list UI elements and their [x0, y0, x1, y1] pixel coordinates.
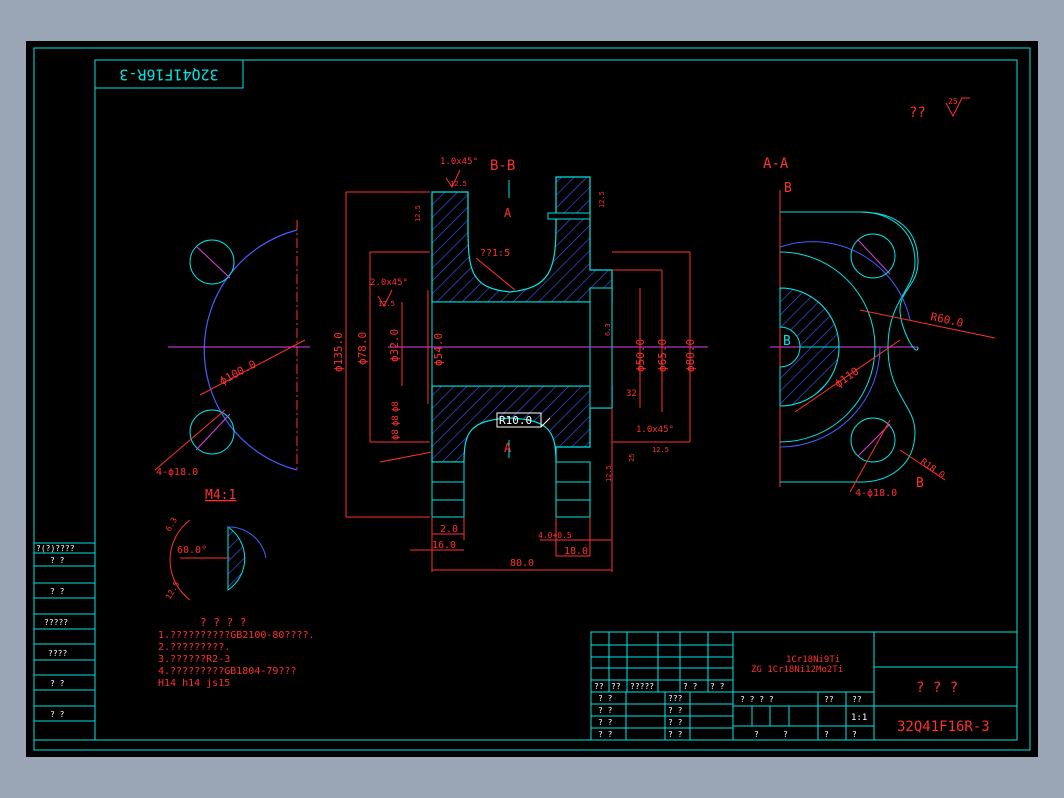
scale-value: 1:1 — [851, 713, 867, 723]
tb-last-2: ? — [783, 730, 788, 739]
side-row-2: ? ? — [50, 556, 65, 565]
dim-holes-left: 4-ϕ18.0 — [156, 467, 198, 478]
dim-small-1: ϕ8 — [391, 401, 401, 412]
note-line-1: 1.??????????GB2100-80????. — [158, 630, 315, 641]
dim-small-3: ϕ8 — [391, 429, 401, 440]
side-row-4: ????? — [44, 618, 68, 627]
tb-header-5: ? ? — [710, 682, 725, 691]
roughness-label: ?? — [909, 105, 926, 121]
part-name: ? ? ? — [916, 680, 958, 696]
tb-mid-2: ? ? — [668, 706, 683, 715]
tb-bottom-3: ?? — [852, 695, 862, 704]
side-row-3: ? ? — [50, 587, 65, 596]
side-row-6: ? ? — [50, 679, 65, 688]
note-line-2: 2.?????????. — [158, 642, 230, 653]
slope-label: ??1:5 — [480, 248, 510, 259]
tb-bottom-1: ? ? ? ? — [740, 695, 774, 704]
tb-left-3: ? ? — [598, 718, 613, 727]
note-line-3: 3.??????R2-3 — [158, 654, 230, 665]
tb-header-3: ????? — [630, 682, 654, 691]
tb-left-2: ? ? — [598, 706, 613, 715]
tb-header-4: ? ? — [683, 682, 698, 691]
rough-left: 12.5 — [414, 205, 422, 222]
dim-holes-right: 4-ϕ18.0 — [855, 488, 897, 499]
tb-mid-4: ? ? — [668, 730, 683, 739]
chamfer-top: 1.0x45° — [440, 157, 478, 167]
dim-small-2: ϕ8 — [391, 415, 401, 426]
cut-mark-top: A — [504, 206, 512, 220]
note-line-5: H14 h14 js15 — [158, 678, 230, 689]
section-bb-title: B-B — [490, 158, 515, 174]
drawing-number: 32Q41F16R-3 — [897, 719, 990, 735]
dim-d54: ϕ54.0 — [432, 333, 445, 366]
tb-last-1: ? — [754, 730, 759, 739]
tb-left-4: ? ? — [598, 730, 613, 739]
tb-mid-3: ? ? — [668, 718, 683, 727]
cut-mark-bottom: A — [504, 441, 512, 455]
section-aa-title: A-A — [763, 156, 789, 172]
rough-right: 12.5 — [598, 191, 606, 208]
tb-header-1: ?? — [594, 682, 604, 691]
roughness-value: 25 — [948, 97, 958, 106]
dim-r10: R10.0 — [499, 414, 532, 427]
detail-title: M4:1 — [205, 488, 236, 503]
rough-25: 25 — [628, 454, 636, 462]
dim-d32: ϕ32.0 — [388, 329, 401, 362]
dim-d135: ϕ135.0 — [332, 332, 345, 372]
dim-d65: ϕ65.0 — [656, 339, 669, 372]
rough-right2: 12.5 — [652, 446, 669, 454]
tb-last-3: ? — [824, 730, 829, 739]
tb-left-1: ? ? — [598, 694, 613, 703]
rough-63: 6.3 — [604, 323, 612, 336]
material-1: 1Cr18Ni9Ti — [786, 655, 840, 665]
notes-title: ? ? ? ? — [200, 616, 246, 629]
material-2: ZG 1Cr18Ni12Mo2Ti — [751, 665, 843, 675]
note-line-4: 4.?????????GB1804-79??? — [158, 666, 296, 677]
mark-b-top: B — [784, 181, 792, 196]
dim-18: 18.0 — [564, 546, 588, 557]
chamfer-right: 1.0x45° — [636, 425, 674, 435]
tb-last-4: ? — [852, 730, 857, 739]
dim-d80: ϕ80.0 — [684, 339, 697, 372]
detail-angle: 60.0° — [177, 545, 207, 556]
tb-bottom-2: ?? — [824, 695, 834, 704]
dim-2: 2.0 — [440, 524, 458, 535]
tb-header-2: ?? — [611, 682, 621, 691]
side-row-7: ? ? — [50, 710, 65, 719]
dim-32: 32 — [626, 389, 637, 399]
cad-drawing: 32Q41F16R-3 ?? 25 ϕ100.0 4-ϕ18.0 M4:1 60… — [26, 41, 1038, 757]
mark-b-bottom: B — [916, 476, 924, 491]
rough-top: 12.5 — [450, 180, 467, 188]
flipped-drawing-number: 32Q41F16R-3 — [119, 66, 218, 84]
dim-16: 16.0 — [432, 540, 456, 551]
dim-d78: ϕ78.0 — [356, 332, 369, 365]
dim-80: 80.0 — [510, 558, 534, 569]
side-row-5: ???? — [48, 649, 67, 658]
dim-4: 4.0+0.5 — [538, 531, 572, 540]
dim-d50: ϕ50.0 — [634, 339, 647, 372]
chamfer-left: 2.0x45° — [370, 278, 408, 288]
tb-mid-1: ??? — [668, 694, 683, 703]
side-row-1: ?(?)???? — [36, 544, 75, 553]
